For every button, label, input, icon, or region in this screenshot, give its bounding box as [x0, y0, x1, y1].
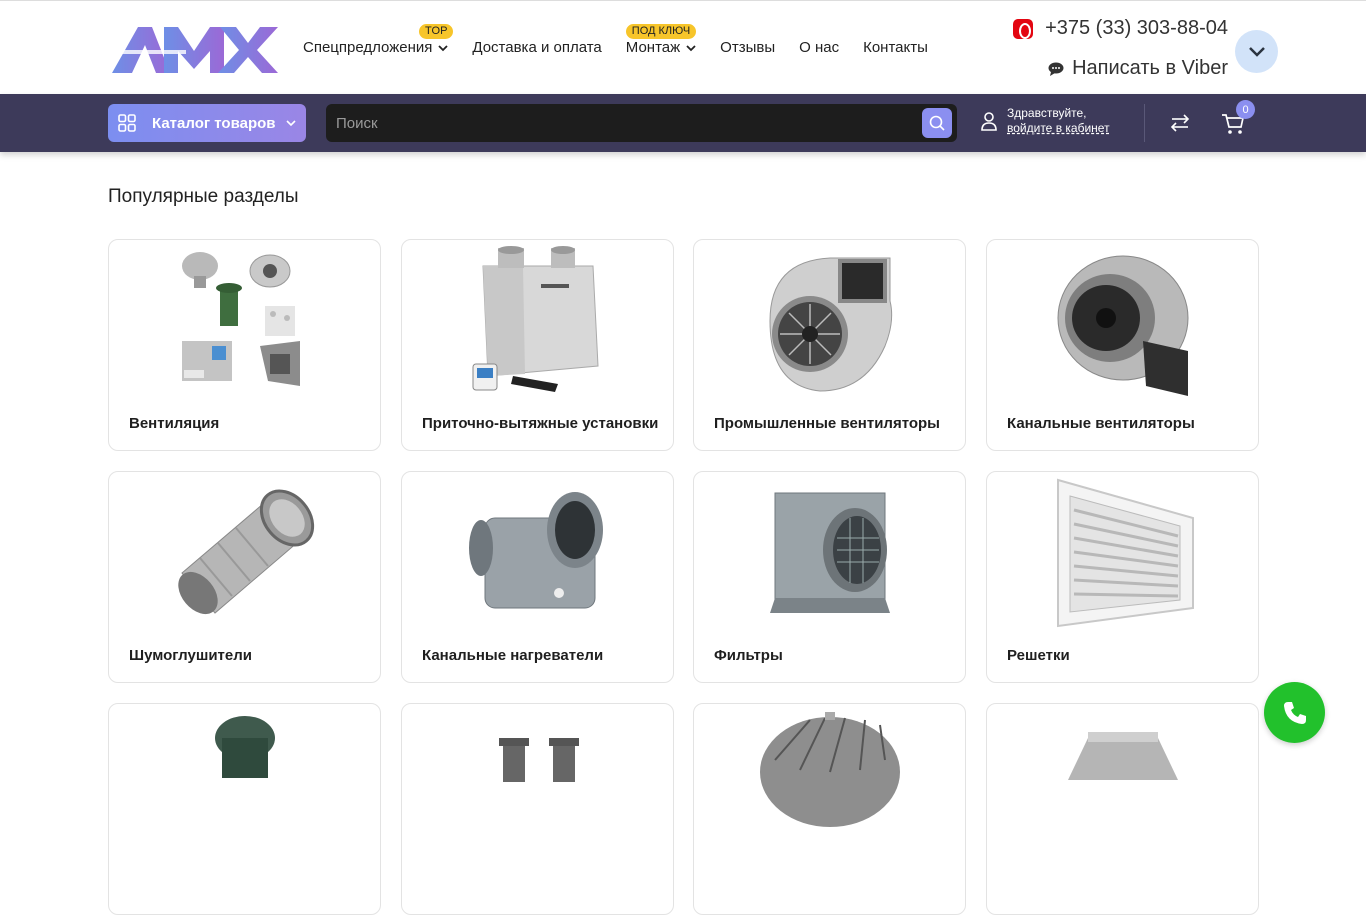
nav-installation[interactable]: Монтаж ПОД КЛЮЧ [625, 24, 697, 56]
phone-link[interactable]: +375 (33) 303-88-04 [1013, 17, 1228, 40]
greeting-text: Здравствуйте, [1007, 106, 1087, 120]
category-card[interactable]: Промышленные вентиляторы [693, 239, 966, 451]
nav-delivery[interactable]: Доставка и оплата [472, 39, 601, 56]
badge-top: TOP [419, 24, 454, 39]
category-label: Фильтры [714, 647, 783, 664]
cart-count-badge: 0 [1236, 100, 1255, 119]
turbo-deflector-icon [759, 712, 900, 827]
category-label: Канальные вентиляторы [1007, 415, 1195, 432]
compare-icon[interactable] [1170, 114, 1190, 132]
nav-installation-label: Монтаж [625, 39, 681, 56]
chevron-down-icon [686, 44, 696, 51]
nav-reviews-label: Отзывы [720, 39, 776, 56]
account-link[interactable]: Здравствуйте, войдите в кабинет [980, 106, 1110, 136]
grid-icon [118, 114, 136, 132]
category-card[interactable]: Решетки [986, 471, 1259, 683]
phone-icon [1283, 701, 1306, 724]
catalog-label: Каталог товаров [152, 114, 276, 132]
category-card[interactable] [108, 703, 381, 915]
filter-box-icon [769, 492, 890, 613]
logo[interactable] [112, 19, 280, 77]
category-card[interactable]: Шумоглушители [108, 471, 381, 683]
nav-about-label: О нас [799, 39, 840, 56]
chat-bubble-icon [1048, 62, 1064, 76]
section-title: Популярные разделы [108, 186, 299, 207]
category-label: Вентиляция [129, 415, 220, 432]
chevron-down-icon [1248, 46, 1265, 57]
login-link[interactable]: войдите в кабинет [1007, 121, 1110, 136]
toolbar-divider [1144, 104, 1145, 142]
duct-heater-icon [468, 492, 603, 609]
silencer-icon [177, 489, 314, 615]
search-input[interactable] [326, 104, 916, 142]
nav-contacts-label: Контакты [863, 39, 928, 56]
viber-link[interactable]: Написать в Viber [1048, 57, 1228, 80]
category-card[interactable]: Канальные нагреватели [401, 471, 674, 683]
nav-contacts[interactable]: Контакты [863, 39, 928, 56]
air-handling-unit-icon [472, 246, 599, 392]
category-label: Приточно-вытяжные установки [422, 415, 659, 432]
category-card[interactable]: Вентиляция [108, 239, 381, 451]
viber-label: Написать в Viber [1072, 57, 1228, 79]
category-card[interactable]: Канальные вентиляторы [986, 239, 1259, 451]
vent-outlets-icon [498, 738, 579, 782]
nav-delivery-label: Доставка и оплата [472, 39, 602, 56]
search-box [326, 104, 957, 142]
call-button[interactable] [1264, 682, 1325, 743]
duct-fan-icon [1057, 255, 1188, 396]
roof-deflector-icon [214, 716, 275, 778]
catalog-button[interactable]: Каталог товаров [108, 104, 306, 142]
category-card[interactable] [401, 703, 674, 915]
search-icon [929, 115, 945, 131]
main-nav: Спецпредложения TOP Доставка и оплата Мо… [303, 24, 952, 56]
nav-specials-label: Спецпредложения [303, 39, 433, 56]
expand-contacts-button[interactable] [1235, 30, 1278, 73]
nav-specials[interactable]: Спецпредложения TOP [303, 24, 454, 56]
search-button[interactable] [922, 108, 952, 138]
account-text: Здравствуйте, войдите в кабинет [1007, 106, 1110, 136]
category-card[interactable] [693, 703, 966, 915]
grille-icon [1056, 478, 1194, 628]
category-label: Канальные нагреватели [422, 647, 604, 664]
category-label: Решетки [1007, 647, 1070, 664]
phone-number: +375 (33) 303-88-04 [1045, 17, 1228, 39]
ventilation-set-icon [181, 252, 300, 386]
mts-icon [1013, 18, 1034, 39]
category-label: Промышленные вентиляторы [714, 415, 940, 432]
category-label: Шумоглушители [129, 647, 252, 664]
toolbar: Каталог товаров Здравствуйте, войдите в … [0, 94, 1366, 152]
category-card[interactable]: Фильтры [693, 471, 966, 683]
category-card[interactable] [986, 703, 1259, 915]
category-card[interactable]: Приточно-вытяжные установки [401, 239, 674, 451]
duct-reducer-icon [1067, 732, 1178, 780]
user-icon [981, 112, 997, 131]
industrial-fan-icon [768, 257, 892, 392]
chevron-down-icon [438, 44, 449, 51]
top-header: Спецпредложения TOP Доставка и оплата Мо… [0, 0, 1366, 94]
chevron-down-icon [286, 120, 296, 127]
nav-reviews[interactable]: Отзывы [720, 39, 775, 56]
nav-about[interactable]: О нас [799, 39, 839, 56]
badge-turnkey: ПОД КЛЮЧ [625, 24, 697, 39]
